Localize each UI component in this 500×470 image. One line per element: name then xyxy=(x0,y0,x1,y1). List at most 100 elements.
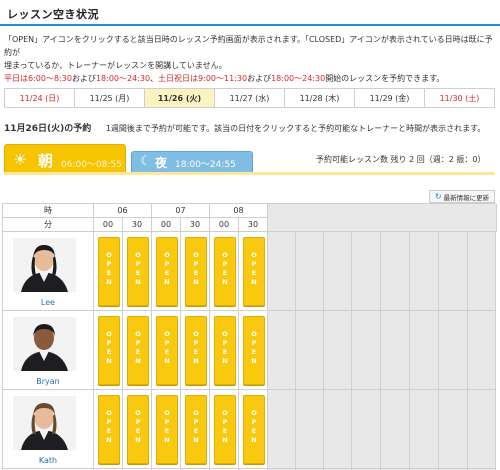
empty-slot xyxy=(324,232,352,311)
date-tab[interactable]: 11/25 (月) xyxy=(75,89,145,107)
trainer-cell: Bryan xyxy=(3,311,94,390)
date-tab[interactable]: 11/26 (火) xyxy=(145,89,215,107)
open-slot-label: OPEN xyxy=(164,409,170,444)
open-slot-button[interactable]: OPEN xyxy=(214,316,236,385)
empty-slot xyxy=(468,390,496,469)
trainer-name[interactable]: Bryan xyxy=(3,377,93,386)
empty-slot xyxy=(352,390,381,469)
open-slot-button[interactable]: OPEN xyxy=(214,395,236,464)
open-slot-button[interactable]: OPEN xyxy=(243,316,265,385)
day-header: 11月26日(火)の予約 1週間後まで予約が可能です。該当の日付をクリックすると… xyxy=(4,121,498,134)
trainer-cell: Kath xyxy=(3,390,94,469)
open-slot-label: OPEN xyxy=(164,251,170,286)
empty-slot xyxy=(410,311,439,390)
open-slot-button[interactable]: OPEN xyxy=(98,316,120,385)
minute-header: 30 xyxy=(239,218,268,232)
tab-morning[interactable]: ☀ 朝 06:00～08:55 xyxy=(4,144,126,174)
empty-slot xyxy=(268,311,296,390)
description-segment: 土日祝日は9:00～11:30 xyxy=(158,74,248,83)
open-slot-button[interactable]: OPEN xyxy=(127,316,149,385)
minute-header: 00 xyxy=(94,218,123,232)
open-slot-button[interactable]: OPEN xyxy=(185,316,207,385)
empty-slot xyxy=(268,232,296,311)
date-tab[interactable]: 11/24 (日) xyxy=(5,89,75,107)
open-slot-button[interactable]: OPEN xyxy=(185,237,207,306)
open-slot-label: OPEN xyxy=(164,330,170,365)
open-slot-button[interactable]: OPEN xyxy=(156,316,178,385)
trainer-name[interactable]: Kath xyxy=(3,456,93,465)
date-tab[interactable]: 11/30 (土) xyxy=(425,89,494,107)
open-slot-label: OPEN xyxy=(135,330,141,365)
date-tab[interactable]: 11/29 (金) xyxy=(355,89,425,107)
description-segment: 開始のレッスンを予約できます。 xyxy=(325,74,445,83)
description-segment: 18:00～24:30 xyxy=(271,74,326,83)
hour-header: 06 xyxy=(94,204,152,218)
open-slot-label: OPEN xyxy=(251,409,257,444)
sun-icon: ☀ xyxy=(13,150,28,169)
time-period-tabs: ☀ 朝 06:00～08:55 ☾ 夜 18:00～24:55 予約可能レッスン… xyxy=(4,144,495,175)
hour-header-label: 時 xyxy=(3,204,94,218)
empty-slot xyxy=(324,390,352,469)
description-line-3: 平日は6:00～8:30および18:00～24:30、土日祝日は9:00～11:… xyxy=(4,72,498,85)
open-slot-button[interactable]: OPEN xyxy=(243,237,265,306)
refresh-icon: ↻ xyxy=(434,192,442,201)
date-selector: 11/24 (日) 11/25 (月) 11/26 (火) 11/27 (水) 11/2… xyxy=(4,88,495,108)
empty-slot xyxy=(381,232,410,311)
open-slot-label: OPEN xyxy=(251,251,257,286)
empty-slot xyxy=(410,390,439,469)
open-slot-button[interactable]: OPEN xyxy=(98,395,120,464)
schedule-grid: 時分 06 07 08 00 30 00 30 00 30 Lee O P E N O P E N O P E N O P E N O… xyxy=(2,203,497,470)
description: 「OPEN」アイコンをクリックすると該当日時のレッスン予約画面が表示されます。「… xyxy=(4,33,498,85)
open-slot-label: OPEN xyxy=(135,409,141,444)
tab-night-label: 夜 xyxy=(155,156,168,170)
open-slot-button[interactable]: OPEN xyxy=(127,395,149,464)
hour-header: 07 xyxy=(152,204,210,218)
description-line-1: 「OPEN」アイコンをクリックすると該当日時のレッスン予約画面が表示されます。「… xyxy=(4,35,493,57)
trainer-photo[interactable] xyxy=(13,238,76,292)
empty-slot xyxy=(468,311,496,390)
description-segment: および xyxy=(71,74,96,83)
open-slot-label: OPEN xyxy=(193,409,199,444)
open-slot-button[interactable]: OPEN xyxy=(156,237,178,306)
day-header-note: 1週間後まで予約が可能です。該当の日付をクリックすると予約可能なトレーナーと時間… xyxy=(105,124,486,133)
open-slot-label: OPEN xyxy=(106,330,112,365)
page-title: レッスン空き状況 xyxy=(7,8,99,21)
open-slot-label: OPEN xyxy=(222,330,228,365)
description-line-2: 埋まっているか、トレーナーがレッスンを開講していません。 xyxy=(4,61,227,70)
open-slot-label: OPEN xyxy=(135,251,141,286)
remaining-lessons: 予約可能レッスン数 残り 2 回（週：2 振：0） xyxy=(316,155,486,164)
open-slot-label: OPEN xyxy=(222,409,228,444)
trainer-name[interactable]: Lee xyxy=(3,298,93,307)
open-slot-label: OPEN xyxy=(251,330,257,365)
refresh-button[interactable]: ↻ 最新情報に更新 xyxy=(429,190,495,203)
description-segment: 平日は6:00～8:30 xyxy=(4,74,72,83)
date-tab[interactable]: 11/28 (木) xyxy=(285,89,355,107)
selected-date-title: 11月26日(火)の予約 xyxy=(4,124,92,134)
open-slot-button[interactable]: OPEN xyxy=(127,237,149,306)
trainer-photo[interactable] xyxy=(13,317,76,371)
minute-header: 30 xyxy=(123,218,152,232)
open-slot-button[interactable]: OPEN xyxy=(214,237,236,306)
tab-morning-time: 06:00～08:55 xyxy=(61,160,122,170)
tab-night[interactable]: ☾ 夜 18:00～24:55 xyxy=(131,151,253,174)
grid-header-filler xyxy=(268,204,497,232)
description-segment: 、 xyxy=(150,74,159,83)
open-slot-button[interactable]: OPEN xyxy=(98,237,120,306)
empty-slot xyxy=(439,390,468,469)
trainer-photo[interactable] xyxy=(13,396,76,450)
empty-slot xyxy=(439,232,468,311)
empty-slot xyxy=(381,390,410,469)
refresh-label: 最新情報に更新 xyxy=(443,193,490,202)
open-slot-label: OPEN xyxy=(193,251,199,286)
description-segment: および xyxy=(247,74,272,83)
open-slot-button[interactable]: OPEN xyxy=(243,395,265,464)
empty-slot xyxy=(296,232,324,311)
empty-slot xyxy=(381,311,410,390)
open-slot-button[interactable]: OPEN xyxy=(185,395,207,464)
hour-header: 08 xyxy=(210,204,268,218)
minute-header: 30 xyxy=(181,218,210,232)
minute-header: 00 xyxy=(210,218,239,232)
open-slot-button[interactable]: OPEN xyxy=(156,395,178,464)
date-tab[interactable]: 11/27 (水) xyxy=(215,89,285,107)
open-slot-label: OPEN xyxy=(106,409,112,444)
